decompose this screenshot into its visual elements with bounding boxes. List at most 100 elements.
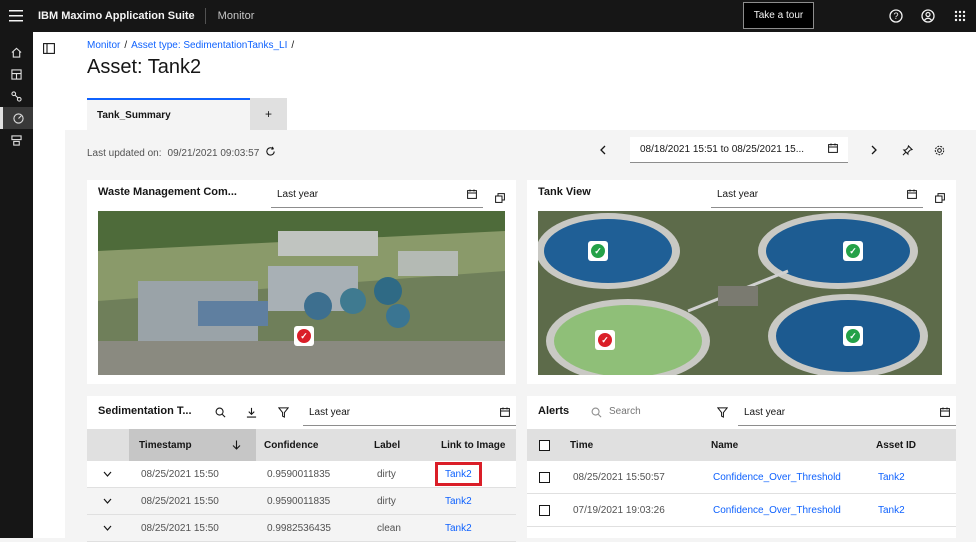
search-icon[interactable] <box>215 405 226 423</box>
col-label[interactable]: Label <box>374 429 400 461</box>
calendar-icon <box>500 407 510 420</box>
cell-name[interactable]: Confidence_Over_Threshold <box>713 494 841 526</box>
sedimentation-table-header: Timestamp Confidence Label Link to Image <box>87 429 516 461</box>
waste-card-title: Waste Management Com... <box>98 186 237 198</box>
expand-icon[interactable] <box>495 190 505 208</box>
status-alert-icon[interactable]: ✓ <box>294 326 314 346</box>
chevron-right-icon[interactable] <box>866 142 882 158</box>
settings-icon[interactable] <box>931 142 947 158</box>
last-updated-label: Last updated on: <box>87 147 162 159</box>
expand-row-icon[interactable] <box>103 461 112 487</box>
cell-time: 07/19/2021 19:03:26 <box>573 504 665 516</box>
dashboard-icon[interactable] <box>0 63 33 85</box>
brand-name[interactable]: IBM Maximo Application Suite <box>38 8 206 24</box>
main-content: Monitor / Asset type: SedimentationTanks_L… <box>65 32 976 542</box>
alerts-table-header: Time Name Asset ID <box>527 429 956 461</box>
calendar-icon <box>467 189 477 202</box>
status-ok-icon[interactable]: ✓ <box>843 241 863 261</box>
add-tab-button[interactable]: + <box>250 98 287 130</box>
cell-confidence: 0.9590011835 <box>267 495 331 507</box>
breadcrumb: Monitor / Asset type: SedimentationTanks_L… <box>87 40 295 51</box>
row-checkbox[interactable] <box>539 461 550 493</box>
page-title: Asset: Tank2 <box>87 56 202 78</box>
alerts-range-dropdown[interactable]: Last year <box>738 400 956 426</box>
waste-management-card: Waste Management Com... Last year ✓ <box>87 180 516 384</box>
cell-label: clean <box>377 522 401 534</box>
cell-asset-id[interactable]: Tank2 <box>878 494 905 526</box>
cell-link-image[interactable]: Tank2 <box>445 515 472 541</box>
cell-asset-id[interactable]: Tank2 <box>878 461 905 493</box>
app-name: Monitor <box>217 10 255 22</box>
take-tour-button[interactable]: Take a tour <box>743 2 814 29</box>
setup-icon[interactable] <box>0 129 33 151</box>
status-ok-icon[interactable]: ✓ <box>843 326 863 346</box>
waste-range-value: Last year <box>277 189 319 200</box>
top-bar: IBM Maximo Application Suite Monitor <box>0 0 976 32</box>
app-switcher-icon[interactable] <box>944 0 976 32</box>
sort-down-icon[interactable] <box>232 429 241 461</box>
monitor-icon[interactable] <box>0 107 33 129</box>
cell-name[interactable]: Confidence_Over_Threshold <box>713 461 841 493</box>
row-checkbox[interactable] <box>539 494 550 526</box>
last-updated-value: 09/21/2021 09:03:57 <box>167 147 260 159</box>
breadcrumb-monitor[interactable]: Monitor <box>87 40 120 51</box>
user-icon[interactable] <box>912 0 944 32</box>
search-icon <box>591 405 602 423</box>
connections-icon[interactable] <box>0 85 33 107</box>
download-icon[interactable] <box>246 405 257 423</box>
table-row[interactable]: 08/25/2021 15:50 0.9590011835 dirty Tank… <box>87 461 516 488</box>
col-link[interactable]: Link to Image <box>441 429 505 461</box>
cell-confidence: 0.9982536435 <box>267 522 331 534</box>
status-alert-icon[interactable]: ✓ <box>595 330 615 350</box>
alerts-range-value: Last year <box>744 407 786 418</box>
date-range-picker[interactable]: 08/18/2021 15:51 to 08/25/2021 15... <box>630 137 848 163</box>
pin-icon[interactable] <box>899 142 915 158</box>
waste-plant-image <box>98 211 505 375</box>
calendar-icon <box>907 189 917 202</box>
chevron-left-icon[interactable] <box>595 142 611 158</box>
tank-range-dropdown[interactable]: Last year <box>711 182 923 208</box>
alerts-search-input[interactable] <box>609 402 699 420</box>
side-nav <box>0 32 33 538</box>
cell-timestamp: 08/25/2021 15:50 <box>141 495 219 507</box>
cell-label: dirty <box>377 468 396 480</box>
cell-confidence: 0.9590011835 <box>267 468 331 480</box>
col-confidence[interactable]: Confidence <box>264 429 318 461</box>
cell-link-image[interactable]: Tank2 <box>445 488 472 514</box>
col-asset-id[interactable]: Asset ID <box>876 429 916 461</box>
tab-tank-summary[interactable]: Tank_Summary <box>87 98 250 130</box>
cell-link-image[interactable]: Tank2 <box>435 462 482 486</box>
sedimentation-card: Sedimentation T... Last year Timestamp C… <box>87 396 516 542</box>
table-row[interactable]: 08/25/2021 15:50:57 Confidence_Over_Thre… <box>527 461 956 494</box>
left-panel-strip <box>33 32 65 538</box>
expand-row-icon[interactable] <box>103 488 112 514</box>
expand-icon[interactable] <box>935 190 945 208</box>
help-icon[interactable]: ? <box>880 0 912 32</box>
status-ok-icon[interactable]: ✓ <box>588 241 608 261</box>
cell-timestamp: 08/25/2021 15:50 <box>141 522 219 534</box>
col-time[interactable]: Time <box>570 429 593 461</box>
cell-time: 08/25/2021 15:50:57 <box>573 471 665 483</box>
menu-icon[interactable] <box>0 0 32 32</box>
cell-label: dirty <box>377 495 396 507</box>
breadcrumb-asset-type[interactable]: Asset type: SedimentationTanks_LI <box>131 40 287 51</box>
col-name[interactable]: Name <box>711 429 738 461</box>
waste-range-dropdown[interactable]: Last year <box>271 182 483 208</box>
page-header: Monitor / Asset type: SedimentationTanks_L… <box>65 32 976 130</box>
table-row[interactable]: 07/19/2021 19:03:26 Confidence_Over_Thre… <box>527 494 956 527</box>
select-all-checkbox[interactable] <box>539 429 550 461</box>
panel-toggle-icon[interactable] <box>43 41 55 59</box>
filter-icon[interactable] <box>716 405 729 423</box>
calendar-icon <box>828 143 838 156</box>
calendar-icon <box>940 407 950 420</box>
filter-icon[interactable] <box>277 405 290 423</box>
expand-row-icon[interactable] <box>103 515 112 541</box>
alerts-card-title: Alerts <box>538 405 570 417</box>
cell-timestamp: 08/25/2021 15:50 <box>141 468 219 480</box>
svg-text:?: ? <box>893 11 898 21</box>
home-icon[interactable] <box>0 41 33 63</box>
tank-card-title: Tank View <box>538 186 591 198</box>
refresh-icon[interactable] <box>265 146 276 160</box>
sedimentation-range-dropdown[interactable]: Last year <box>303 400 516 426</box>
table-row[interactable]: 08/25/2021 15:50 0.9590011835 dirty Tank… <box>87 488 516 515</box>
